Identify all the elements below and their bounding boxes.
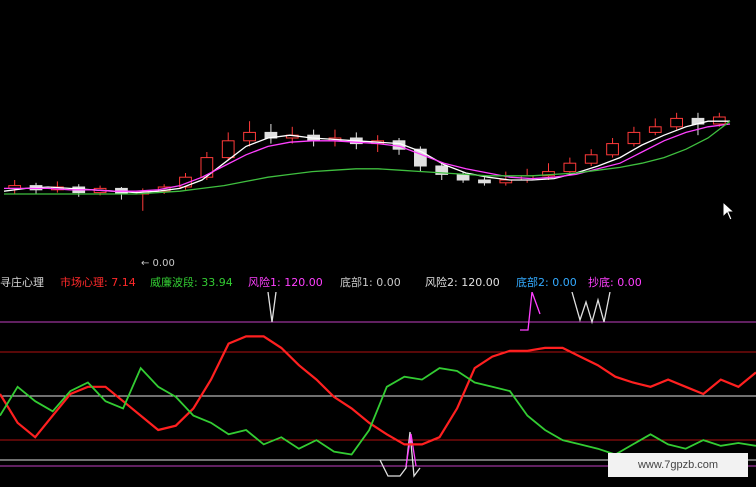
low-price-marker: ← 0.00 <box>141 258 175 269</box>
header-item-label: 风险2: <box>425 276 458 289</box>
header-item-label: 威廉波段: <box>150 276 198 289</box>
williams-band-line <box>0 366 756 456</box>
candle-body <box>456 173 470 181</box>
candlestick-series <box>8 112 726 211</box>
moving-average-line <box>3 120 730 194</box>
candle-body <box>243 131 256 142</box>
header-item-williams: 威廉波段: 33.94 <box>150 274 233 292</box>
header-item-value: 0.00 <box>617 276 642 289</box>
candle-body <box>712 116 726 125</box>
header-item-label: 市场心理: <box>60 276 108 289</box>
candle-body <box>478 179 491 184</box>
candle-body <box>627 131 641 145</box>
indicator-header: 寻庄心理 市场心理: 7.14 威廉波段: 33.94 风险1: 120.00 … <box>0 274 756 292</box>
header-item-value: 7.14 <box>111 276 136 289</box>
header-item-bottom1: 底部1: 0.00 <box>340 274 401 292</box>
header-item-label: 风险1: <box>248 276 281 289</box>
header-item-label: 抄底: <box>588 276 614 289</box>
candle-body <box>670 117 683 128</box>
risk-spike-line <box>520 292 541 331</box>
arrow-cursor-icon <box>722 201 736 221</box>
header-item-label: 底部2: <box>516 276 549 289</box>
header-item-risk2: 风险2: 120.00 <box>425 274 500 292</box>
indicator-title: 寻庄心理 <box>0 276 44 289</box>
candle-body <box>606 143 619 156</box>
header-item-buy-bottom: 抄底: 0.00 <box>588 274 642 292</box>
moving-average-series <box>3 120 731 195</box>
watermark: www.7gpzb.com <box>608 453 748 477</box>
candle-body <box>584 154 598 164</box>
candle-body <box>221 140 235 159</box>
candle-body <box>648 126 662 133</box>
risk-spike-line <box>267 292 277 323</box>
market-psych-line <box>0 335 756 446</box>
indicator-series <box>0 335 756 456</box>
candle-body <box>563 162 577 173</box>
header-item-value: 120.00 <box>284 276 323 289</box>
header-item-risk1: 风险1: 120.00 <box>248 274 323 292</box>
header-item-value: 0.00 <box>376 276 401 289</box>
header-item-market-psych: 市场心理: 7.14 <box>60 274 136 292</box>
header-item-bottom2: 底部2: 0.00 <box>516 274 577 292</box>
risk-spike-line <box>571 292 611 325</box>
header-item-value: 33.94 <box>201 276 233 289</box>
price-chart: ← 0.00 <box>3 112 731 269</box>
header-item-value: 0.00 <box>552 276 577 289</box>
header-item-label: 底部1: <box>340 276 373 289</box>
header-item-value: 120.00 <box>461 276 500 289</box>
